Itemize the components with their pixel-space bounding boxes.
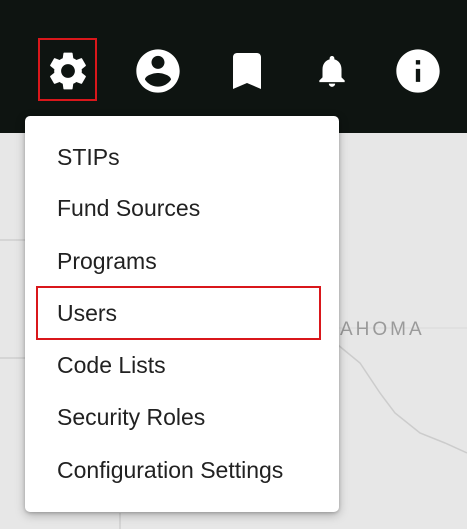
menu-item-label: Users bbox=[57, 299, 118, 326]
menu-item-label: Security Roles bbox=[57, 403, 206, 430]
menu-item-code-lists[interactable]: Code Lists bbox=[25, 339, 339, 391]
menu-item-programs[interactable]: Programs bbox=[25, 235, 339, 287]
top-bar bbox=[0, 0, 467, 133]
menu-item-label: Programs bbox=[57, 247, 157, 274]
bell-icon bbox=[313, 52, 351, 90]
menu-item-label: Fund Sources bbox=[57, 194, 201, 221]
menu-item-configuration-settings[interactable]: Configuration Settings bbox=[25, 444, 339, 496]
account-circle-icon bbox=[132, 45, 184, 97]
menu-item-stips[interactable]: STIPs bbox=[25, 131, 339, 183]
menu-item-users[interactable]: Users bbox=[25, 287, 339, 339]
gear-icon bbox=[45, 48, 91, 94]
menu-item-label: Code Lists bbox=[57, 351, 166, 378]
bookmark-icon bbox=[223, 47, 271, 95]
settings-menu: STIPs Fund Sources Programs Users Code L… bbox=[25, 116, 339, 512]
menu-item-security-roles[interactable]: Security Roles bbox=[25, 391, 339, 443]
menu-item-fund-sources[interactable]: Fund Sources bbox=[25, 182, 339, 234]
map-state-label: AHOMA bbox=[340, 319, 425, 340]
info-button[interactable] bbox=[390, 43, 446, 99]
menu-item-label: STIPs bbox=[57, 143, 120, 170]
bookmark-button[interactable] bbox=[219, 43, 275, 99]
settings-button[interactable] bbox=[40, 43, 96, 99]
menu-item-label: Configuration Settings bbox=[57, 456, 284, 483]
account-button[interactable] bbox=[130, 43, 186, 99]
notifications-button[interactable] bbox=[304, 43, 360, 99]
info-icon bbox=[392, 45, 444, 97]
